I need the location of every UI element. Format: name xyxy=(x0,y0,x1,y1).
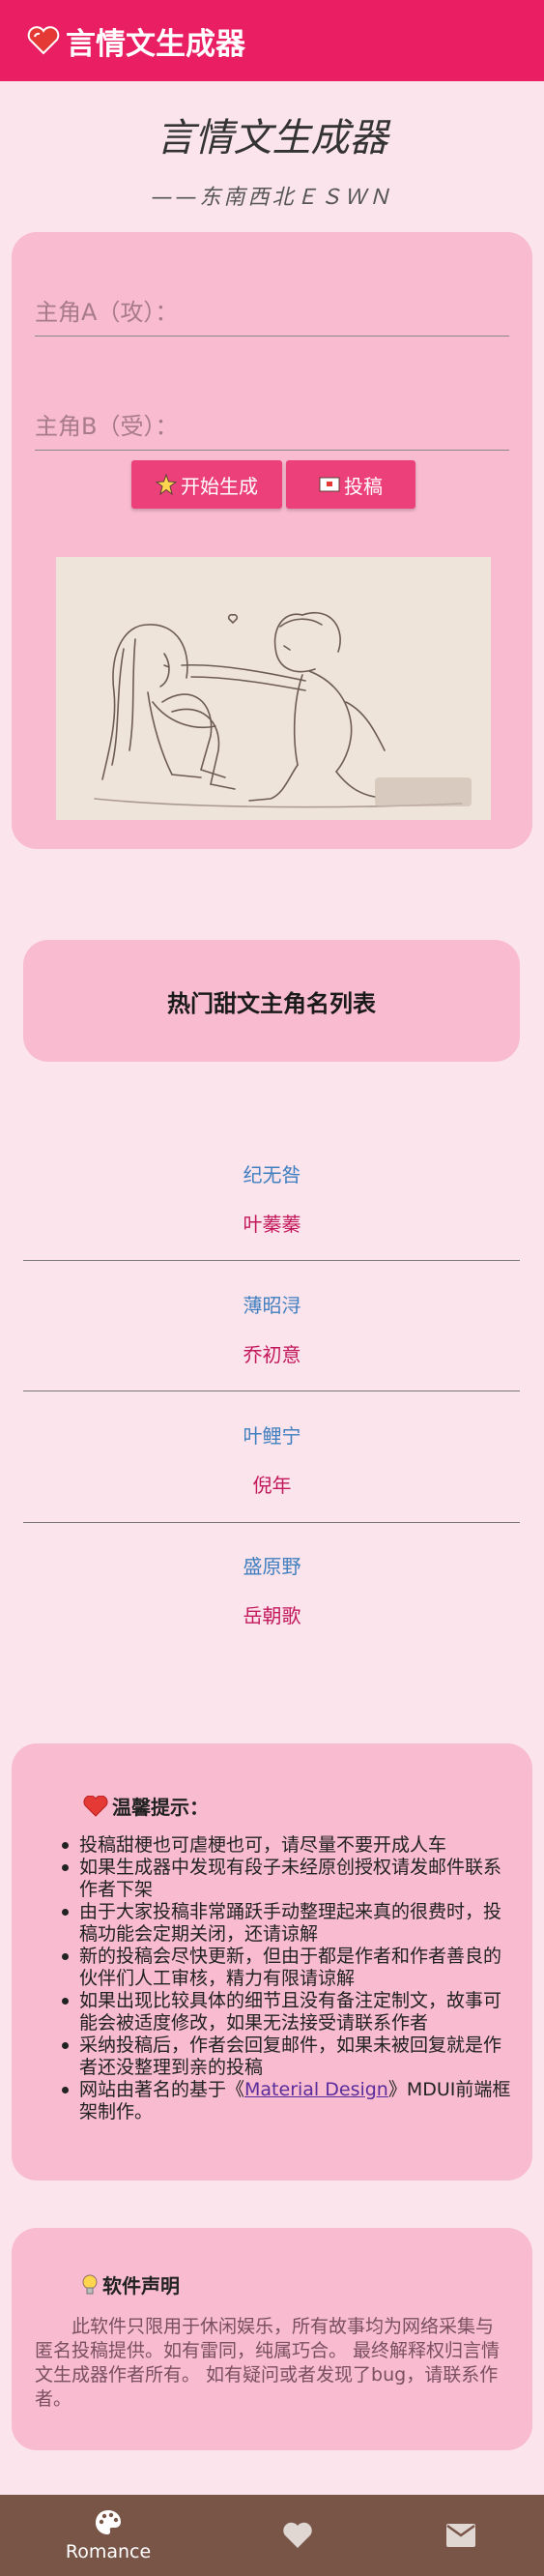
list-item: 由于大家投稿非常踊跃手动整理起来真的很费时，投稿功能会定期关闭，还请谅解 xyxy=(58,1901,512,1946)
declaration-heading-label: 软件声明 xyxy=(102,2274,180,2298)
protagonist-a-field xyxy=(35,290,509,337)
list-item: 网站由著名的基于《Material Design》MDUI前端框架制作。 xyxy=(58,2079,512,2123)
couple-illustration xyxy=(56,557,491,820)
protagonist-b-field xyxy=(35,404,509,451)
declaration-heading: 软件声明 xyxy=(81,2270,180,2298)
list-item: 如果出现比较具体的细节且没有备注定制文，故事可能会被适度修改，如果无法接受请联系… xyxy=(58,1990,512,2034)
heart-icon xyxy=(83,1795,108,1817)
list-item: 投稿甜梗也可虐梗也可，请尽量不要开成人车 xyxy=(58,1834,512,1857)
hot-names-header: 热门甜文主角名列表 xyxy=(23,940,520,1062)
name-a[interactable]: 纪无咎 xyxy=(0,1159,544,1187)
list-item: 新的投稿会尽快更新，但由于都是作者和作者善良的伙伴们人工审核，精力有限请谅解 xyxy=(58,1946,512,1990)
heart-icon xyxy=(283,2522,312,2548)
list-item: 采纳投稿后，作者会回复邮件，如果未被回复就是作者还没整理到亲的投稿 xyxy=(58,2034,512,2079)
name-b[interactable]: 乔初意 xyxy=(0,1339,544,1367)
name-b[interactable]: 岳朝歌 xyxy=(0,1600,544,1628)
envelope-icon xyxy=(319,474,340,495)
submit-button-label: 投稿 xyxy=(344,474,383,498)
credit-prefix: 网站由著名的基于《 xyxy=(79,2079,245,2100)
list-item: 如果生成器中发现有段子未经原创授权请发邮件联系作者下架 xyxy=(58,1857,512,1901)
tips-heading: 温馨提示： xyxy=(83,1792,209,1820)
tips-list: 投稿甜梗也可虐梗也可，请尽量不要开成人车 如果生成器中发现有段子未经原创授权请发… xyxy=(58,1834,512,2123)
list-item: 纪无咎 叶蓁蓁 xyxy=(0,1159,544,1237)
app-title: 言情文生成器 xyxy=(66,26,245,62)
generate-button[interactable]: 开始生成 xyxy=(131,460,282,509)
palette-icon xyxy=(96,2510,121,2534)
divider xyxy=(23,1390,520,1391)
hot-names-title: 热门甜文主角名列表 xyxy=(167,989,376,1017)
page-subtitle: ——东南西北ＥＳＷＮ xyxy=(151,186,393,210)
protagonist-a-input[interactable] xyxy=(35,299,509,326)
heart-icon xyxy=(27,26,60,55)
name-b[interactable]: 倪年 xyxy=(0,1470,544,1498)
name-b[interactable]: 叶蓁蓁 xyxy=(0,1209,544,1237)
bottom-navigation: Romance xyxy=(0,2495,544,2576)
list-item: 叶鲤宁 倪年 xyxy=(0,1420,544,1498)
tips-heading-label: 温馨提示： xyxy=(112,1796,209,1819)
divider xyxy=(23,1260,520,1261)
lightbulb-icon xyxy=(82,2274,98,2294)
list-item: 盛原野 岳朝歌 xyxy=(0,1551,544,1628)
name-a[interactable]: 盛原野 xyxy=(0,1551,544,1579)
generator-card: 开始生成 投稿 xyxy=(12,232,532,849)
app-bar: 言情文生成器 xyxy=(0,0,544,81)
tips-card: 温馨提示： 投稿甜梗也可虐梗也可，请尽量不要开成人车 如果生成器中发现有段子未经… xyxy=(12,1743,532,2181)
name-a[interactable]: 薄昭浔 xyxy=(0,1290,544,1318)
name-a[interactable]: 叶鲤宁 xyxy=(0,1420,544,1449)
generate-button-label: 开始生成 xyxy=(181,474,258,498)
mail-icon xyxy=(446,2524,475,2547)
nav-favorites[interactable] xyxy=(228,2495,367,2576)
page-title: 言情文生成器 xyxy=(156,116,388,161)
divider xyxy=(23,1522,520,1523)
protagonist-b-input[interactable] xyxy=(35,413,509,440)
list-item: 薄昭浔 乔初意 xyxy=(0,1290,544,1367)
sparkle-icon xyxy=(156,474,177,495)
declaration-card: 软件声明 此软件只限用于休闲娱乐，所有故事均为网络采集与匿名投稿提供。如有雷同，… xyxy=(12,2228,532,2450)
nav-mail[interactable] xyxy=(391,2495,530,2576)
submit-button[interactable]: 投稿 xyxy=(286,460,415,509)
declaration-text: 此软件只限用于休闲娱乐，所有故事均为网络采集与匿名投稿提供。如有雷同，纯属巧合。… xyxy=(35,2316,501,2410)
nav-romance-label: Romance xyxy=(65,2541,152,2562)
nav-romance[interactable]: Romance xyxy=(39,2495,178,2576)
material-design-link[interactable]: Material Design xyxy=(244,2079,388,2100)
